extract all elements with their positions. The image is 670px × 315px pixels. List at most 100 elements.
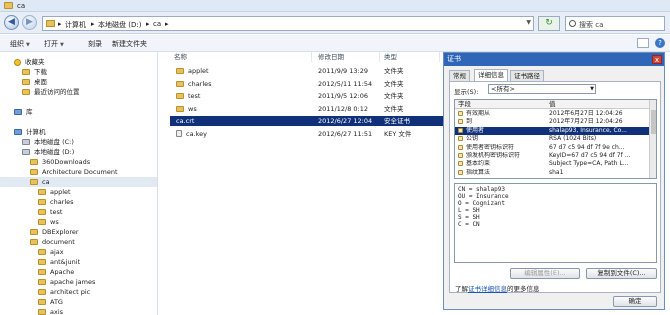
file-name: test xyxy=(188,92,201,100)
tree-item[interactable]: test xyxy=(0,207,157,217)
tree-item-label: Apache xyxy=(50,268,75,276)
address-bar[interactable]: ▸ 计算机 ▸ 本地磁盘 (D:) ▸ ca ▸ ▼ xyxy=(42,16,534,31)
show-select[interactable]: <所有> ▼ xyxy=(488,84,596,94)
tree-item[interactable]: architect pic xyxy=(0,287,157,297)
tree-item-label: charles xyxy=(50,198,74,206)
tree-item[interactable]: ws xyxy=(0,217,157,227)
tree-item[interactable]: 计算机 xyxy=(0,127,157,137)
folder-icon xyxy=(30,229,38,235)
folder-icon xyxy=(30,239,38,245)
file-date: 2011/9/5 12:06 xyxy=(318,92,368,100)
drive-icon xyxy=(22,149,30,155)
tree-item[interactable]: 库 xyxy=(0,107,157,117)
folder-icon xyxy=(38,219,46,225)
tree-item[interactable]: apache james xyxy=(0,277,157,287)
tree-item-label: DBExplorer xyxy=(42,228,79,236)
cert-field-row[interactable]: 指纹算法 sha1 xyxy=(455,169,650,177)
edit-properties-button[interactable]: 编辑属性(E)... xyxy=(510,268,580,279)
column-header-type[interactable]: 类型 xyxy=(380,52,440,62)
tree-item[interactable]: applet xyxy=(0,187,157,197)
tree-item-label: axis xyxy=(50,308,64,315)
tree-item-label: ajax xyxy=(50,248,64,256)
breadcrumb-computer[interactable]: 计算机 xyxy=(65,20,86,30)
tree-item[interactable]: 收藏夹 xyxy=(0,57,157,67)
tree-item[interactable]: ant&junit xyxy=(0,257,157,267)
field-name: 公钥 xyxy=(466,135,479,143)
file-name: ca.crt xyxy=(176,117,195,125)
file-row[interactable]: applet 2011/9/9 13:29 文件夹 xyxy=(170,66,445,76)
toolbar: 组织 ▼ 打开 ▼ 刻录 新建文件夹 ? xyxy=(0,35,670,52)
tab-general[interactable]: 常规 xyxy=(449,70,470,81)
tree-item[interactable]: ATG xyxy=(0,297,157,307)
tree-item[interactable]: axis xyxy=(0,307,157,315)
file-type: KEY 文件 xyxy=(384,129,412,138)
tree-item[interactable]: 本地磁盘 (C:) xyxy=(0,137,157,147)
tree-item[interactable]: 桌面 xyxy=(0,77,157,87)
burn-button[interactable]: 刻录 xyxy=(88,39,102,49)
file-name: ws xyxy=(188,104,197,113)
tree-item[interactable]: Apache xyxy=(0,267,157,277)
column-header-date[interactable]: 修改日期 xyxy=(314,52,380,62)
field-icon xyxy=(458,127,463,133)
tree-item[interactable]: DBExplorer xyxy=(0,227,157,237)
cert-details-link[interactable]: 证书详细信息 xyxy=(468,285,507,293)
folder-icon xyxy=(38,199,46,205)
fields-table[interactable]: 字段 值 有效期从 2012年6月27日 12:04:26 到 2012年7月27日 … xyxy=(454,99,657,179)
cert-field-row[interactable]: 基本约束 Subject Type=CA, Path L... xyxy=(455,160,650,168)
cert-field-row[interactable]: 使用者密钥标识符 67 d7 c5 94 df 7f 9e ch... xyxy=(455,144,650,152)
tree-item[interactable]: 360Downloads xyxy=(0,157,157,167)
file-row[interactable]: ca.crt 2012/6/27 12:04 安全证书 xyxy=(170,116,625,175)
value-header[interactable]: 值 xyxy=(546,100,651,109)
file-row[interactable]: ws 2011/12/8 0:12 文件夹 xyxy=(170,104,445,114)
field-header[interactable]: 字段 xyxy=(455,100,546,109)
tree-item-label: Architecture Document xyxy=(42,168,118,176)
breadcrumb-ca[interactable]: ca xyxy=(153,20,161,28)
tree-item[interactable]: 下载 xyxy=(0,67,157,77)
file-row[interactable]: test 2011/9/5 12:06 文件夹 xyxy=(170,91,445,101)
forward-button[interactable]: ▶ xyxy=(22,15,37,30)
tab-cert-path[interactable]: 证书路径 xyxy=(510,70,544,81)
folder-icon xyxy=(38,209,46,215)
tree-item[interactable]: 本地磁盘 (D:) xyxy=(0,147,157,157)
breadcrumb-drive-d[interactable]: 本地磁盘 (D:) xyxy=(98,20,141,30)
cert-field-row[interactable]: 公钥 RSA (1024 Bits) xyxy=(455,135,650,143)
cert-field-row[interactable]: 到 2012年7月27日 12:04:26 xyxy=(455,118,650,126)
tree-item[interactable]: charles xyxy=(0,197,157,207)
field-detail-text[interactable]: CN = shalap93 OU = Insurance O = Cogniza… xyxy=(454,183,657,263)
field-icon xyxy=(458,153,463,158)
cert-field-row[interactable]: 颁发机构密钥标识符 KeyID=67 d7 c5 94 df 7f ... xyxy=(455,152,650,160)
cert-field-row[interactable]: 有效期从 2012年6月27日 12:04:26 xyxy=(455,110,650,118)
cert-field-row[interactable]: 使用者 shalap93, Insurance, Co... xyxy=(455,126,650,135)
window-title: ca xyxy=(17,2,26,10)
folder-icon xyxy=(22,79,30,85)
refresh-button[interactable]: ↻ xyxy=(538,16,560,31)
column-header-name[interactable]: 名称 xyxy=(170,52,312,62)
close-button[interactable]: x xyxy=(652,55,662,64)
field-icon xyxy=(458,136,463,142)
back-button[interactable]: ◀ xyxy=(4,15,19,30)
field-value: sha1 xyxy=(549,168,564,176)
chevron-down-icon[interactable]: ▼ xyxy=(526,19,531,26)
tree-item[interactable]: ajax xyxy=(0,247,157,257)
help-icon[interactable]: ? xyxy=(655,38,665,48)
scrollbar[interactable] xyxy=(649,100,656,178)
tree-item[interactable]: 最近访问的位置 xyxy=(0,87,157,97)
tree-item[interactable]: Architecture Document xyxy=(0,167,157,177)
ok-button[interactable]: 确定 xyxy=(613,296,657,307)
tree-item[interactable]: ca xyxy=(0,177,157,187)
tree-item[interactable]: document xyxy=(0,237,157,247)
file-list: 名称 修改日期 类型 applet 2011/9/9 13:29 文件夹 charle… xyxy=(170,52,625,315)
library-icon xyxy=(14,109,22,115)
view-options-icon[interactable] xyxy=(637,38,649,48)
tree-item-label: 库 xyxy=(26,108,33,116)
folder-icon xyxy=(46,20,55,27)
new-folder-button[interactable]: 新建文件夹 xyxy=(112,39,147,49)
file-row[interactable]: charles 2012/5/11 11:54 文件夹 xyxy=(170,79,445,89)
tab-details[interactable]: 详细信息 xyxy=(474,69,508,81)
file-name: charles xyxy=(188,79,212,88)
copy-to-file-button[interactable]: 复制到文件(C)... xyxy=(586,268,657,279)
organize-button[interactable]: 组织 ▼ xyxy=(10,39,30,49)
file-row[interactable]: ca.key 2012/6/27 11:51 KEY 文件 xyxy=(170,129,445,139)
open-button[interactable]: 打开 ▼ xyxy=(44,39,64,49)
search-input[interactable]: 搜索 ca xyxy=(565,16,665,31)
